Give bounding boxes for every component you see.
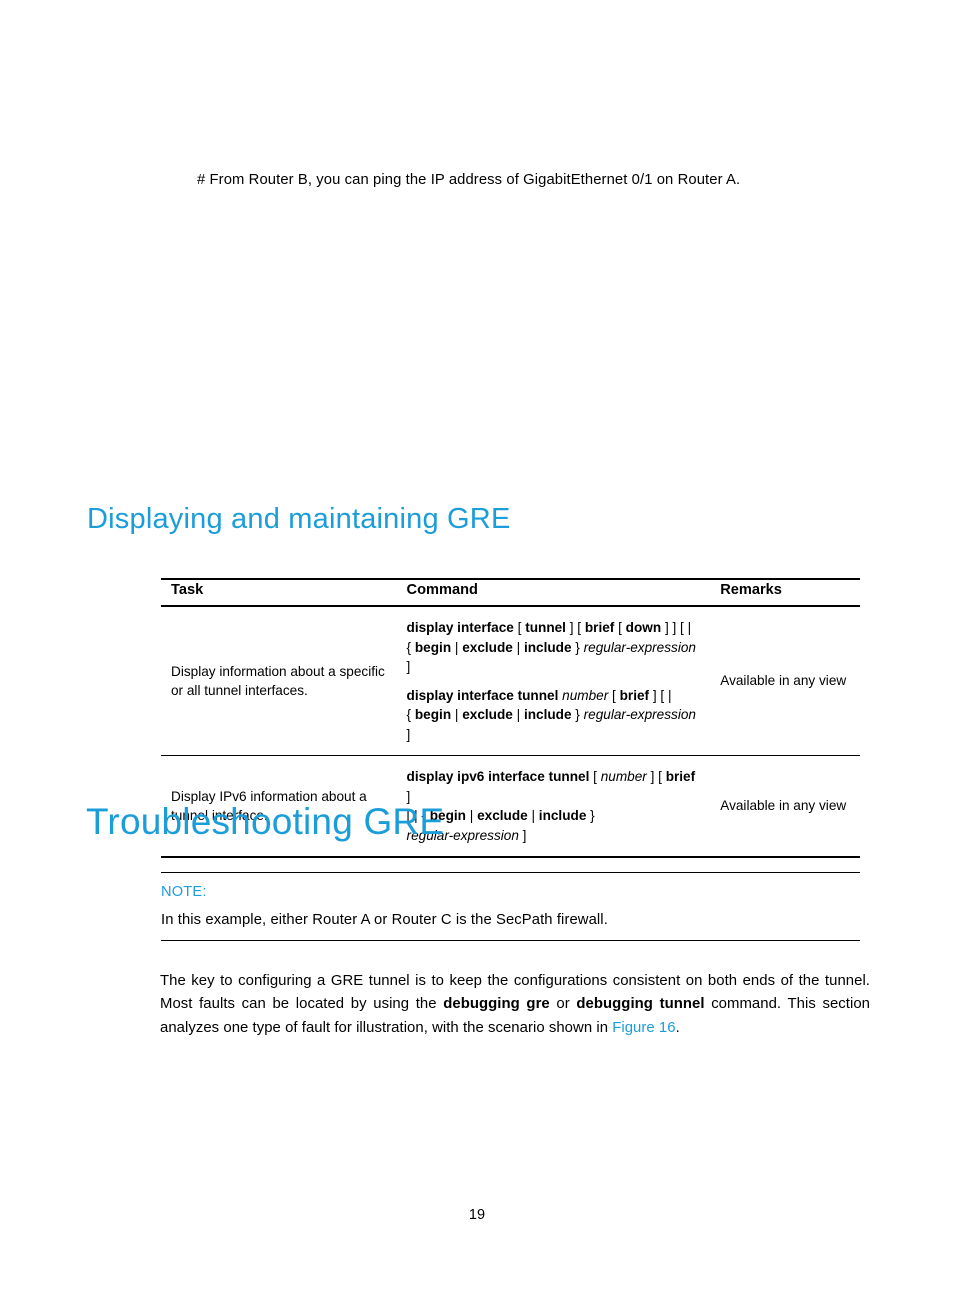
cmd-punct: ]	[406, 726, 411, 742]
command-name-debugging-gre: debugging gre	[443, 996, 550, 1013]
cmd-punct: {	[406, 639, 415, 655]
cmd-punct: [	[513, 620, 526, 635]
command-syntax: display interface [ tunnel ] [ brief [ d…	[407, 618, 701, 677]
cmd-keyword: brief	[665, 769, 696, 784]
column-header-task: Task	[161, 578, 397, 607]
cmd-keyword: brief	[619, 687, 650, 703]
cmd-keyword: include	[538, 808, 587, 823]
cmd-keyword: begin	[414, 639, 452, 655]
cmd-keyword: display interface tunnel	[406, 687, 559, 703]
cmd-variable: regular-expression	[583, 707, 696, 722]
note-text: In this example, either Router A or Rout…	[161, 912, 608, 928]
cell-remarks: Available in any view	[720, 673, 847, 689]
cmd-punct: ]	[406, 659, 411, 674]
cmd-punct: ] ] [ |	[661, 620, 692, 635]
cmd-punct: |	[451, 639, 463, 655]
cmd-punct: {	[406, 707, 415, 722]
cmd-punct: ] [	[565, 620, 585, 635]
cmd-keyword: include	[523, 707, 572, 722]
command-syntax: display interface tunnel number [ brief …	[407, 686, 701, 745]
table-row: Display information about a specific or …	[161, 606, 860, 756]
cmd-punct: ] [	[646, 769, 666, 784]
cmd-punct: }	[586, 808, 595, 823]
cmd-punct: |	[451, 707, 463, 722]
intro-paragraph: # From Router B, you can ping the IP add…	[197, 172, 741, 188]
command-syntax: display ipv6 interface tunnel [ number ]…	[407, 767, 701, 845]
note-callout: NOTE: In this example, either Router A o…	[161, 872, 860, 941]
cmd-keyword: begin	[414, 707, 452, 722]
paragraph-text-part4: .	[675, 1019, 680, 1036]
cmd-keyword: exclude	[462, 707, 513, 722]
cmd-keyword: brief	[584, 620, 615, 635]
cmd-punct: [	[608, 687, 620, 703]
table-header-row: Task Command Remarks	[161, 578, 860, 607]
table-header: Task Command Remarks	[161, 578, 860, 607]
document-page: # From Router B, you can ping the IP add…	[0, 0, 954, 1296]
cell-remarks: Available in any view	[710, 755, 860, 858]
cell-task: Display information about a specific or …	[171, 663, 385, 699]
cmd-keyword: exclude	[477, 808, 528, 823]
column-header-remarks: Remarks	[710, 578, 860, 607]
cmd-keyword: display interface	[406, 620, 514, 635]
section-heading-displaying: Displaying and maintaining GRE	[87, 503, 511, 535]
cmd-variable: number	[562, 687, 609, 703]
cmd-keyword: include	[523, 639, 572, 655]
cmd-keyword: display ipv6 interface tunnel	[406, 769, 590, 784]
cmd-punct: ] [ |	[649, 687, 672, 703]
cmd-punct: |	[512, 639, 524, 655]
cmd-punct: [	[614, 620, 626, 635]
cmd-punct: ]	[518, 827, 527, 843]
page-number: 19	[468, 1207, 486, 1223]
figure-16-link[interactable]: Figure 16	[612, 1020, 675, 1036]
note-label: NOTE:	[161, 884, 207, 900]
cmd-punct: |	[465, 808, 478, 823]
command-name-debugging-tunnel: debugging tunnel	[576, 996, 705, 1013]
column-header-command: Command	[396, 578, 711, 607]
cmd-punct: }	[571, 707, 584, 722]
cmd-punct: |	[512, 707, 524, 722]
paragraph-text-part2: or	[549, 996, 577, 1013]
cell-command: display interface [ tunnel ] [ brief [ d…	[397, 606, 711, 756]
cmd-variable: regular-expression	[583, 639, 696, 655]
cmd-punct: [	[589, 769, 601, 784]
cmd-punct: }	[571, 639, 584, 655]
section-heading-troubleshooting: Troubleshooting GRE	[86, 801, 445, 842]
cmd-keyword: tunnel	[525, 620, 566, 635]
cmd-keyword: down	[625, 620, 662, 635]
body-paragraph: The key to configuring a GRE tunnel is t…	[160, 970, 870, 1041]
cmd-punct: |	[527, 808, 539, 823]
cmd-keyword: exclude	[462, 639, 513, 655]
cmd-variable: number	[600, 769, 647, 784]
